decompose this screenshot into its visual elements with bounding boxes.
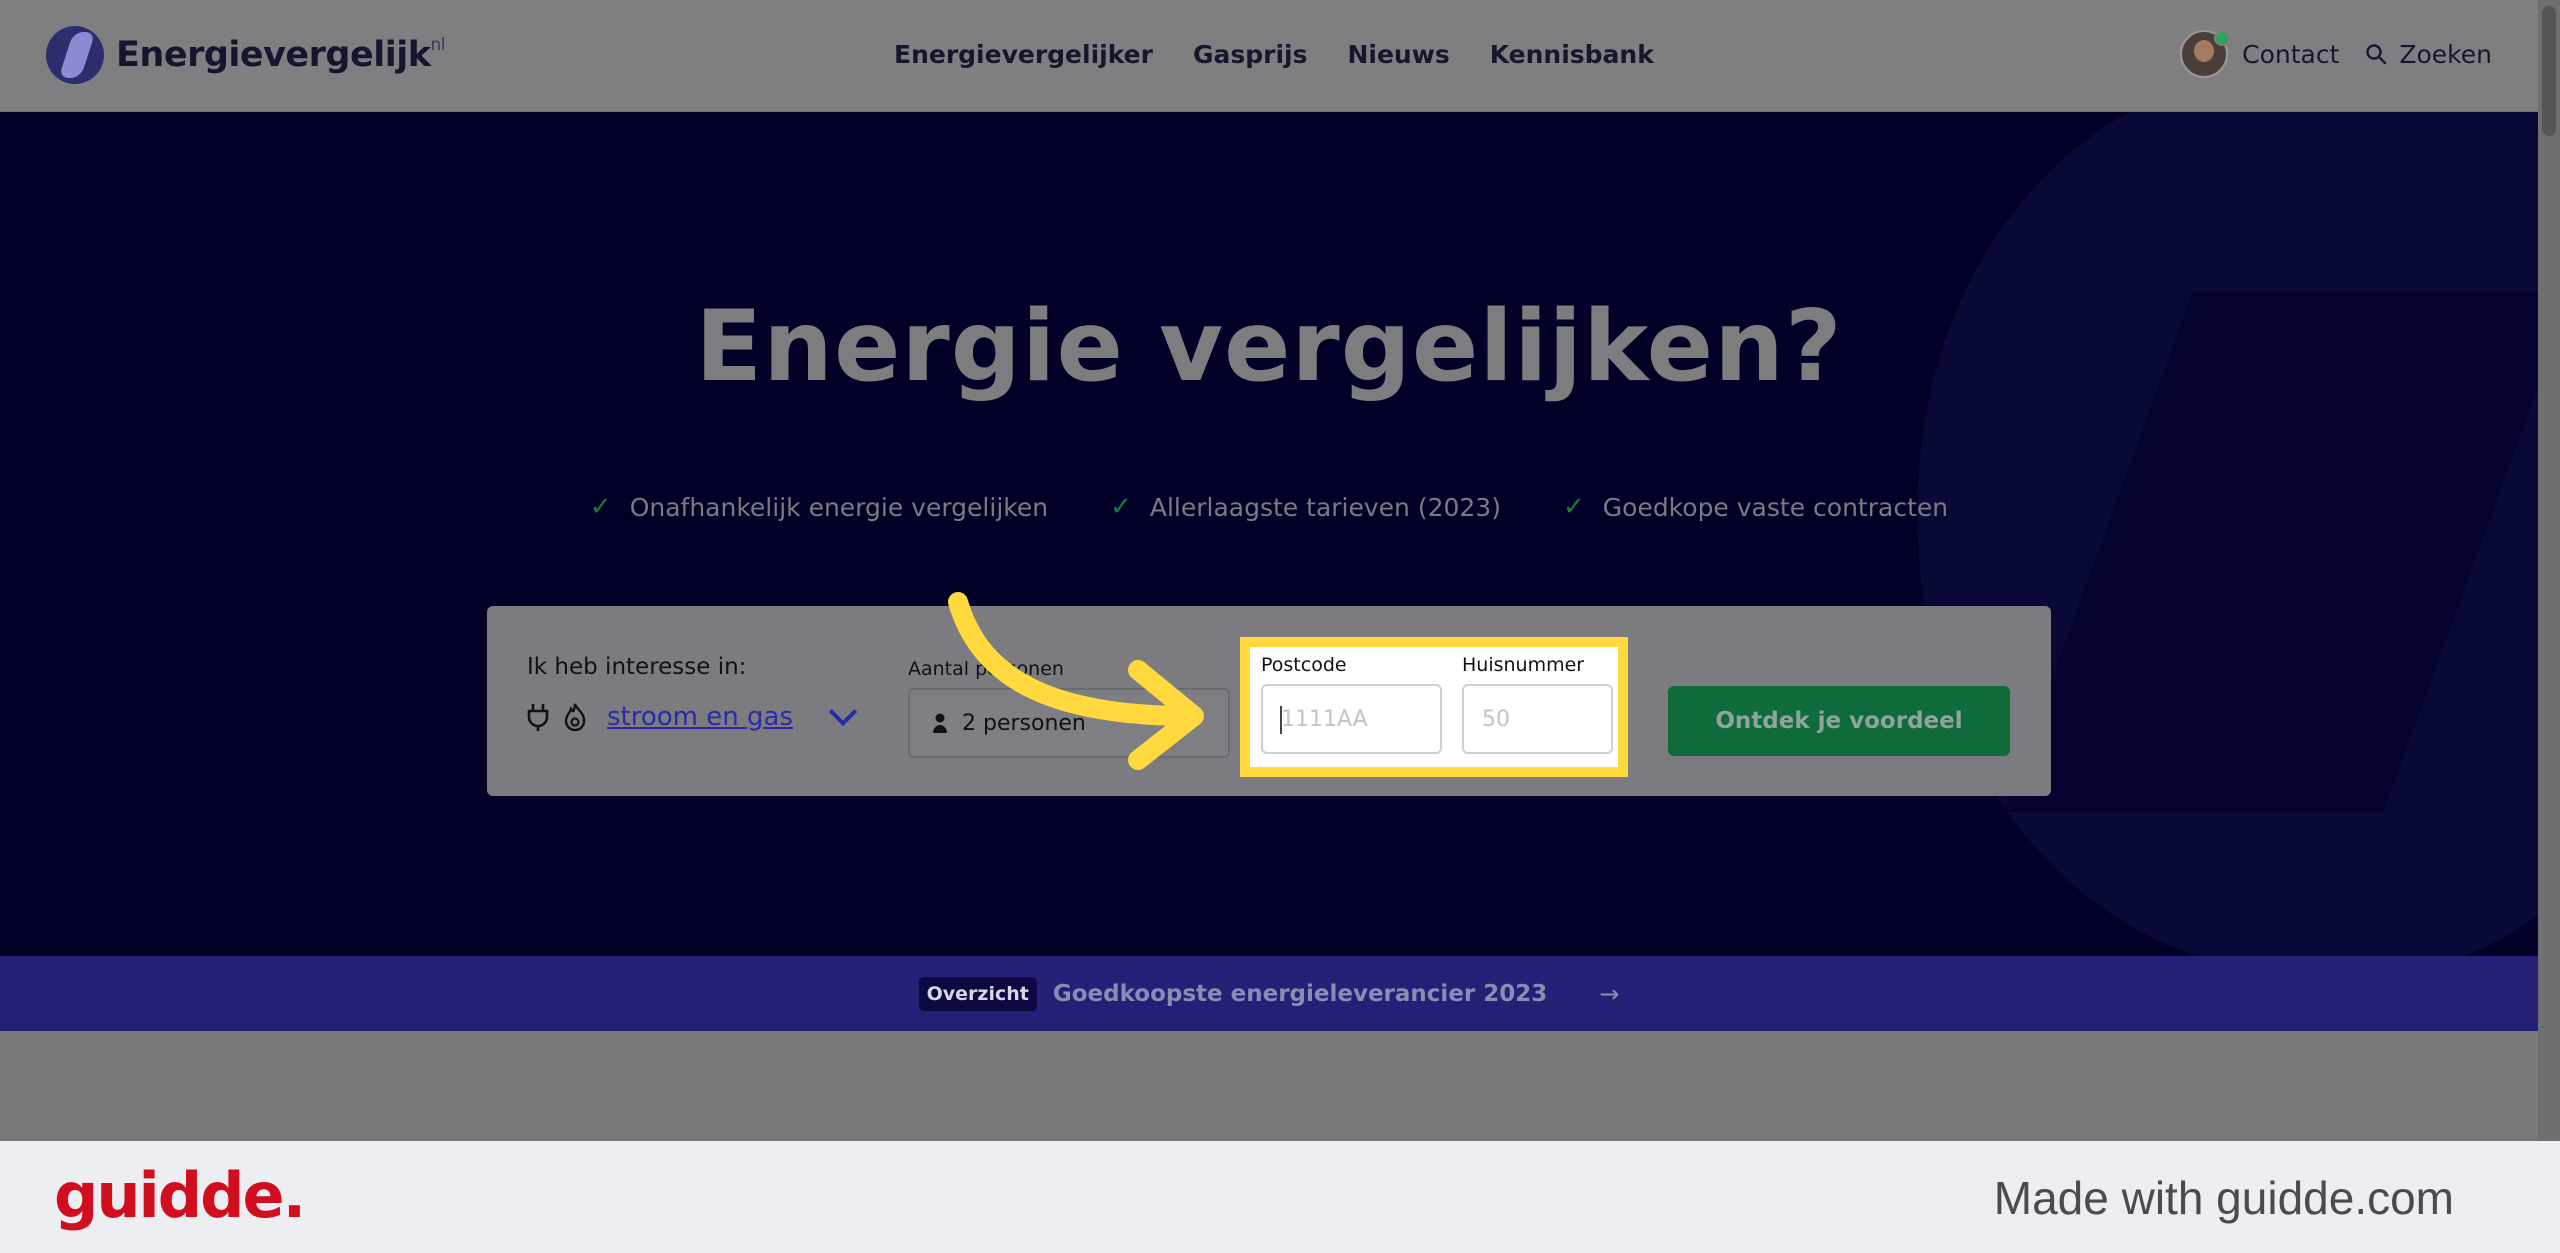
postcode-label: Postcode <box>1261 654 1347 676</box>
hero-section: Energie vergelijken? ✓ Onafhankelijk ener… <box>0 112 2538 956</box>
overview-badge: Overzicht <box>918 976 1037 1011</box>
header-actions: Contact Zoeken <box>2180 30 2492 78</box>
page-title: Energie vergelijken? <box>695 290 1843 404</box>
guidde-logo: guidde. <box>54 1159 306 1232</box>
postcode-input[interactable] <box>1261 684 1442 754</box>
contact-label: Contact <box>2242 39 2340 69</box>
site-logo[interactable]: Energievergelijknl <box>46 26 445 84</box>
huisnummer-label: Huisnummer <box>1462 654 1585 676</box>
logo-icon <box>46 26 104 84</box>
nav-item-nieuws[interactable]: Nieuws <box>1347 40 1449 69</box>
usp-item: ✓ Goedkope vaste contracten <box>1562 492 1949 522</box>
overview-banner[interactable]: Overzicht Goedkoopste energieleverancier… <box>0 956 2538 1031</box>
main-nav: Energievergelijker Gasprijs Nieuws Kenni… <box>894 40 1654 69</box>
usp-item: ✓ Allerlaagste tarieven (2023) <box>1110 492 1501 522</box>
interest-value-link[interactable]: stroom en gas <box>607 702 793 732</box>
flame-icon <box>564 703 586 732</box>
arrow-right-icon: → <box>1599 979 1620 1008</box>
check-icon: ✓ <box>1562 492 1585 522</box>
nav-item-kennisbank[interactable]: Kennisbank <box>1490 40 1654 69</box>
scrollbar-thumb[interactable] <box>2542 6 2556 136</box>
logo-suffix: nl <box>430 35 446 55</box>
interest-selector[interactable]: stroom en gas <box>527 697 858 732</box>
guide-arrow-icon <box>948 592 1204 770</box>
nav-item-energievergelijker[interactable]: Energievergelijker <box>894 40 1153 69</box>
search-label: Zoeken <box>2399 39 2492 69</box>
made-with-text: Made with guidde.com <box>1993 1172 2454 1224</box>
usp-item: ✓ Onafhankelijk energie vergelijken <box>589 492 1049 522</box>
chevron-down-icon[interactable] <box>828 697 858 727</box>
banner-text[interactable]: Goedkoopste energieleverancier 2023 <box>1053 981 1547 1007</box>
site-header: Energievergelijknl Energievergelijker Ga… <box>0 0 2538 112</box>
nav-item-gasprijs[interactable]: Gasprijs <box>1193 40 1308 69</box>
check-icon: ✓ <box>1110 492 1132 522</box>
avatar <box>2180 30 2231 78</box>
usp-list: ✓ Onafhankelijk energie vergelijken ✓ Alle… <box>0 492 2538 522</box>
contact-link[interactable]: Contact <box>2180 30 2339 78</box>
guidde-footer: guidde. Made with guidde.com <box>0 1141 2560 1253</box>
check-icon: ✓ <box>589 492 612 522</box>
content-area <box>0 1031 2538 1141</box>
search-icon <box>2366 44 2387 65</box>
text-cursor <box>1280 706 1282 734</box>
huisnummer-input[interactable] <box>1462 684 1613 754</box>
plug-icon <box>527 704 549 731</box>
page-scrollbar[interactable] <box>2538 0 2560 1141</box>
interest-label: Ik heb interesse in: <box>527 654 747 680</box>
search-button[interactable]: Zoeken <box>2365 40 2492 69</box>
logo-text: Energievergelijk <box>116 35 431 75</box>
ontdek-voordeel-button[interactable]: Ontdek je voordeel <box>1668 686 2010 756</box>
